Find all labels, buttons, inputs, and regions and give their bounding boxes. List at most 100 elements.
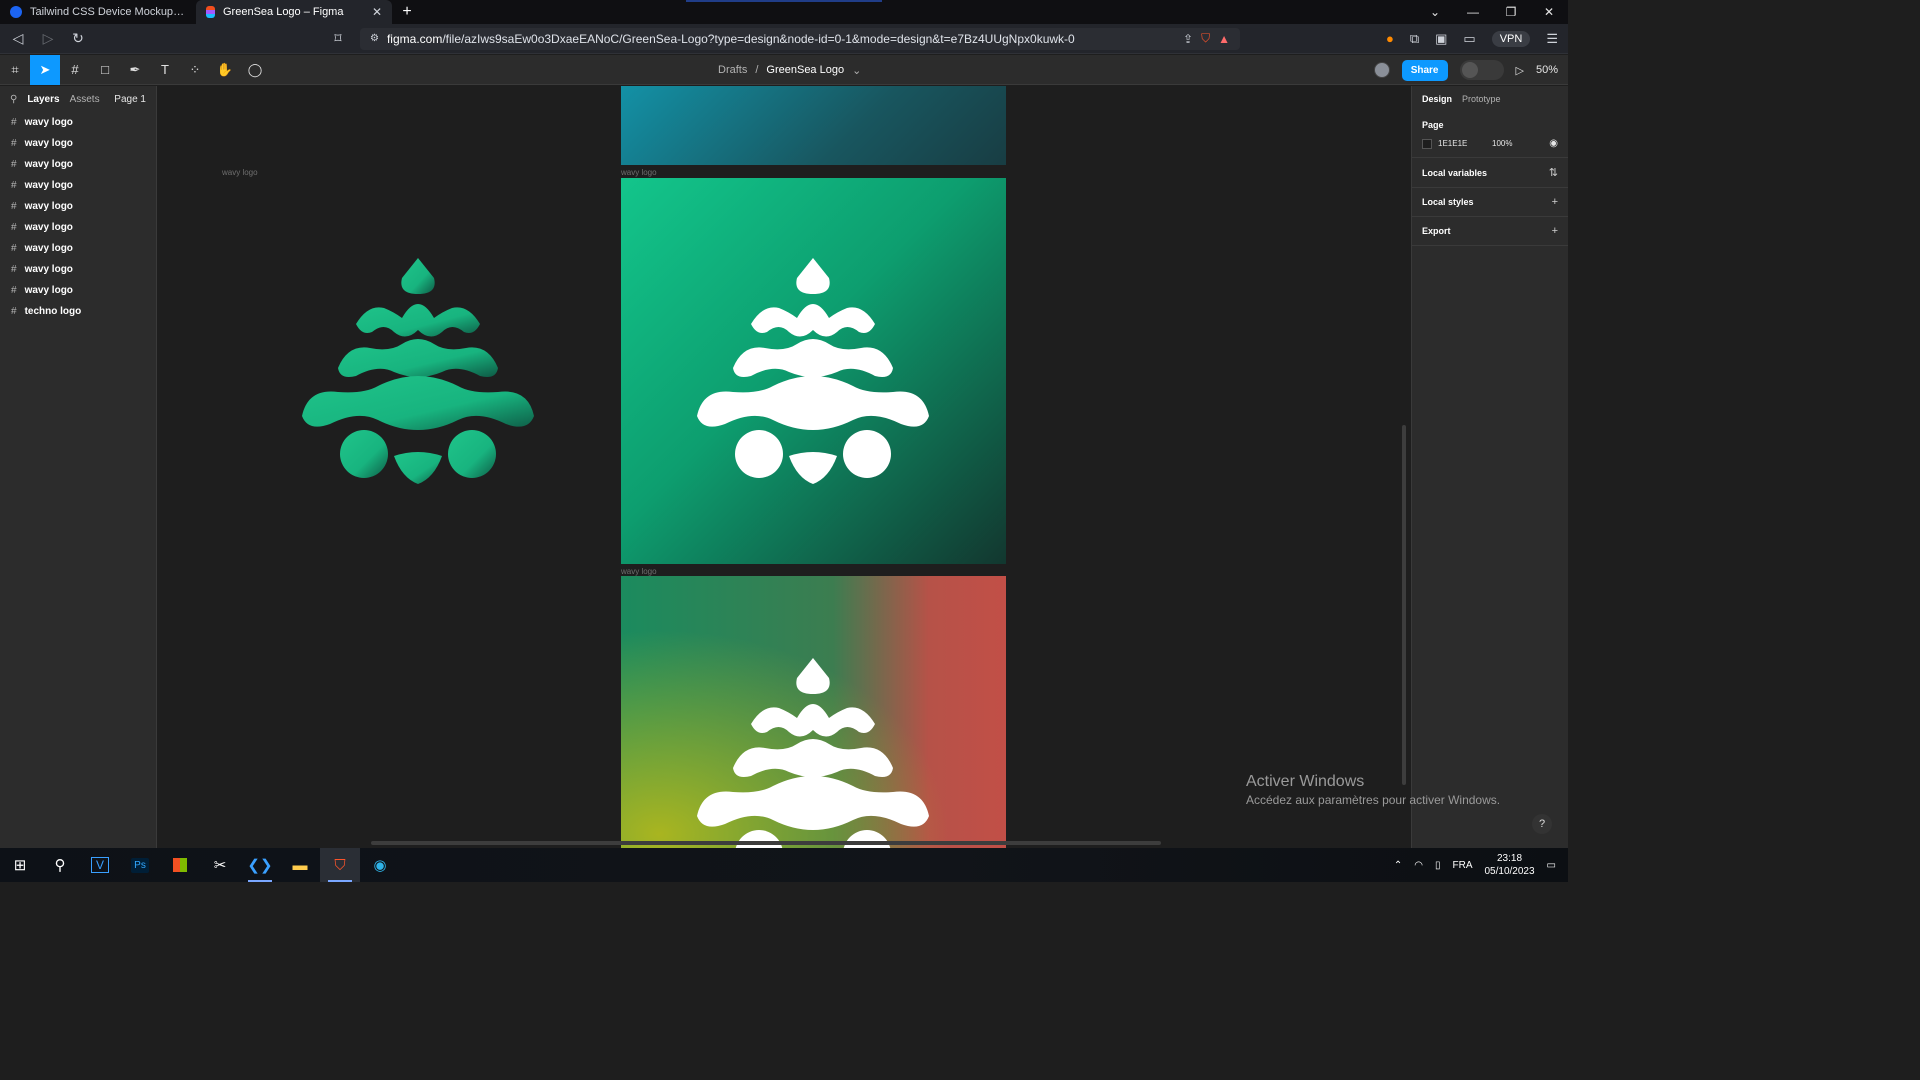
layer-item[interactable]: # techno logo (0, 301, 156, 322)
export-section[interactable]: Export + (1412, 217, 1568, 246)
restore-button[interactable]: ❐ (1492, 0, 1530, 24)
text-tool-icon[interactable]: T (150, 55, 180, 85)
tab-design[interactable]: Design (1422, 94, 1452, 104)
capcut-icon[interactable]: ✂ (200, 848, 240, 882)
chevron-down-icon[interactable]: ⌄ (852, 64, 861, 77)
v-app-icon[interactable]: V (80, 848, 120, 882)
shape-tool-icon[interactable]: □ (90, 55, 120, 85)
puzzle-icon[interactable]: ⧉ (1410, 31, 1419, 47)
share-button[interactable]: Share (1401, 59, 1448, 81)
frame-label[interactable]: wavy logo (222, 168, 258, 177)
add-style-icon[interactable]: + (1552, 196, 1558, 208)
tab-assets[interactable]: Assets (70, 94, 100, 105)
layer-item[interactable]: # wavy logo (0, 175, 156, 196)
wallet-icon[interactable]: ▭ (1463, 31, 1475, 47)
page-color-swatch[interactable] (1422, 138, 1432, 149)
local-styles-section[interactable]: Local styles + (1412, 188, 1568, 217)
tab-label: GreenSea Logo – Figma (223, 6, 344, 18)
share-page-icon[interactable]: ⇪ (1183, 32, 1193, 46)
bookmark-icon[interactable]: ⌑ (330, 30, 346, 47)
new-tab-button[interactable]: + (392, 0, 422, 24)
tab-prototype[interactable]: Prototype (1462, 94, 1501, 104)
layer-item[interactable]: # wavy logo (0, 259, 156, 280)
hand-tool-icon[interactable]: ✋ (210, 55, 240, 85)
reload-icon[interactable]: ↻ (70, 30, 86, 47)
frame-top-partial[interactable] (621, 86, 1006, 165)
help-button[interactable]: ? (1532, 814, 1552, 834)
close-tab-icon[interactable]: ✕ (372, 5, 382, 19)
page-opacity-value[interactable]: 100% (1492, 139, 1512, 148)
extension-icon[interactable]: ● (1386, 31, 1394, 46)
back-icon[interactable]: ◁ (10, 30, 26, 47)
layer-item[interactable]: # wavy logo (0, 154, 156, 175)
search-icon[interactable]: ⚲ (40, 848, 80, 882)
avatar[interactable] (1373, 62, 1390, 78)
search-icon[interactable]: ⚲ (10, 94, 17, 105)
chevron-up-icon[interactable]: ⌃ (1394, 860, 1402, 871)
minimize-button[interactable]: — (1454, 0, 1492, 24)
comment-tool-icon[interactable]: ◯ (240, 55, 270, 85)
notification-icon[interactable]: ▭ (1547, 860, 1556, 871)
pen-tool-icon[interactable]: ✒ (120, 55, 150, 85)
horizontal-scrollbar[interactable] (371, 841, 1161, 845)
photoshop-icon[interactable]: Ps (120, 848, 160, 882)
store-icon[interactable] (160, 848, 200, 882)
vscode-icon[interactable]: ❮❯ (240, 848, 280, 882)
eye-icon[interactable]: ◉ (1549, 138, 1558, 149)
page-color-value[interactable]: 1E1E1E (1438, 139, 1478, 148)
tab-figma[interactable]: GreenSea Logo – Figma ✕ (196, 0, 392, 24)
edge-icon[interactable]: ◉ (360, 848, 400, 882)
wavy-logo-frame-plain[interactable] (298, 256, 538, 486)
layer-label: wavy logo (24, 180, 73, 191)
file-name[interactable]: GreenSea Logo (766, 64, 844, 76)
wavy-logo-frame-multicolor[interactable] (621, 576, 1006, 848)
forward-icon[interactable]: ▷ (40, 30, 56, 47)
tab-list-chevron-icon[interactable]: ⌄ (1416, 0, 1454, 24)
vertical-scrollbar[interactable] (1402, 425, 1406, 785)
menu-icon[interactable]: ☰ (1546, 31, 1558, 47)
file-explorer-icon[interactable]: ▬ (280, 848, 320, 882)
brave-rewards-icon[interactable]: ▲ (1218, 32, 1230, 46)
dev-mode-toggle[interactable] (1459, 60, 1504, 80)
layer-item[interactable]: # wavy logo (0, 196, 156, 217)
move-tool-icon[interactable]: ➤ (30, 54, 60, 85)
url-path: /file/azIws9saEw0o3DxaeEANoC/GreenSea-Lo… (442, 31, 1075, 46)
language-indicator[interactable]: FRA (1452, 860, 1472, 871)
layer-item[interactable]: # wavy logo (0, 217, 156, 238)
layer-item[interactable]: # wavy logo (0, 238, 156, 259)
figma-toolbar: ⌗ ➤ # □ ✒ T ⁘ ✋ ◯ Drafts / GreenSea Logo… (0, 54, 1568, 85)
frame-label[interactable]: wavy logo (621, 567, 657, 576)
url-field[interactable]: ⚙ figma.com/file/azIws9saEw0o3DxaeEANoC/… (360, 27, 1240, 50)
zoom-level[interactable]: 50% (1536, 64, 1558, 76)
canvas[interactable]: wavy logo wavy logo wavy logo (158, 86, 1410, 848)
layer-item[interactable]: # wavy logo (0, 133, 156, 154)
frame-icon: # (11, 243, 17, 254)
main-menu-icon[interactable]: ⌗ (0, 55, 30, 85)
tab-tailwind[interactable]: Tailwind CSS Device Mockups - Flowbite (0, 0, 196, 24)
resources-icon[interactable]: ⁘ (180, 55, 210, 85)
close-window-button[interactable]: ✕ (1530, 0, 1568, 24)
vpn-button[interactable]: VPN (1491, 30, 1531, 47)
tab-layers[interactable]: Layers (27, 94, 59, 105)
battery-icon[interactable]: ▯ (1435, 860, 1441, 871)
site-settings-icon[interactable]: ⚙ (370, 33, 379, 44)
variables-settings-icon[interactable]: ⇅ (1549, 166, 1558, 179)
page-selector[interactable]: Page 1 (114, 94, 146, 105)
present-icon[interactable]: ▷ (1516, 64, 1524, 77)
sidebar-icon[interactable]: ▣ (1435, 31, 1447, 47)
layer-item[interactable]: # wavy logo (0, 280, 156, 301)
layer-label: wavy logo (24, 264, 73, 275)
frame-label[interactable]: wavy logo (621, 168, 657, 177)
clock[interactable]: 23:18 05/10/2023 (1484, 852, 1534, 878)
add-export-icon[interactable]: + (1552, 225, 1558, 237)
activation-title: Activer Windows (1246, 773, 1365, 790)
brave-icon[interactable]: ⛉ (320, 848, 360, 882)
layer-item[interactable]: # wavy logo (0, 112, 156, 133)
wavy-logo-frame-green[interactable] (621, 178, 1006, 564)
wifi-icon[interactable]: ◠ (1414, 860, 1423, 871)
local-variables-section[interactable]: Local variables ⇅ (1412, 158, 1568, 188)
breadcrumb-drafts[interactable]: Drafts (718, 64, 747, 76)
windows-start-icon[interactable]: ⊞ (0, 848, 40, 882)
brave-shield-icon[interactable]: ⛉ (1201, 31, 1210, 46)
frame-tool-icon[interactable]: # (60, 55, 90, 85)
